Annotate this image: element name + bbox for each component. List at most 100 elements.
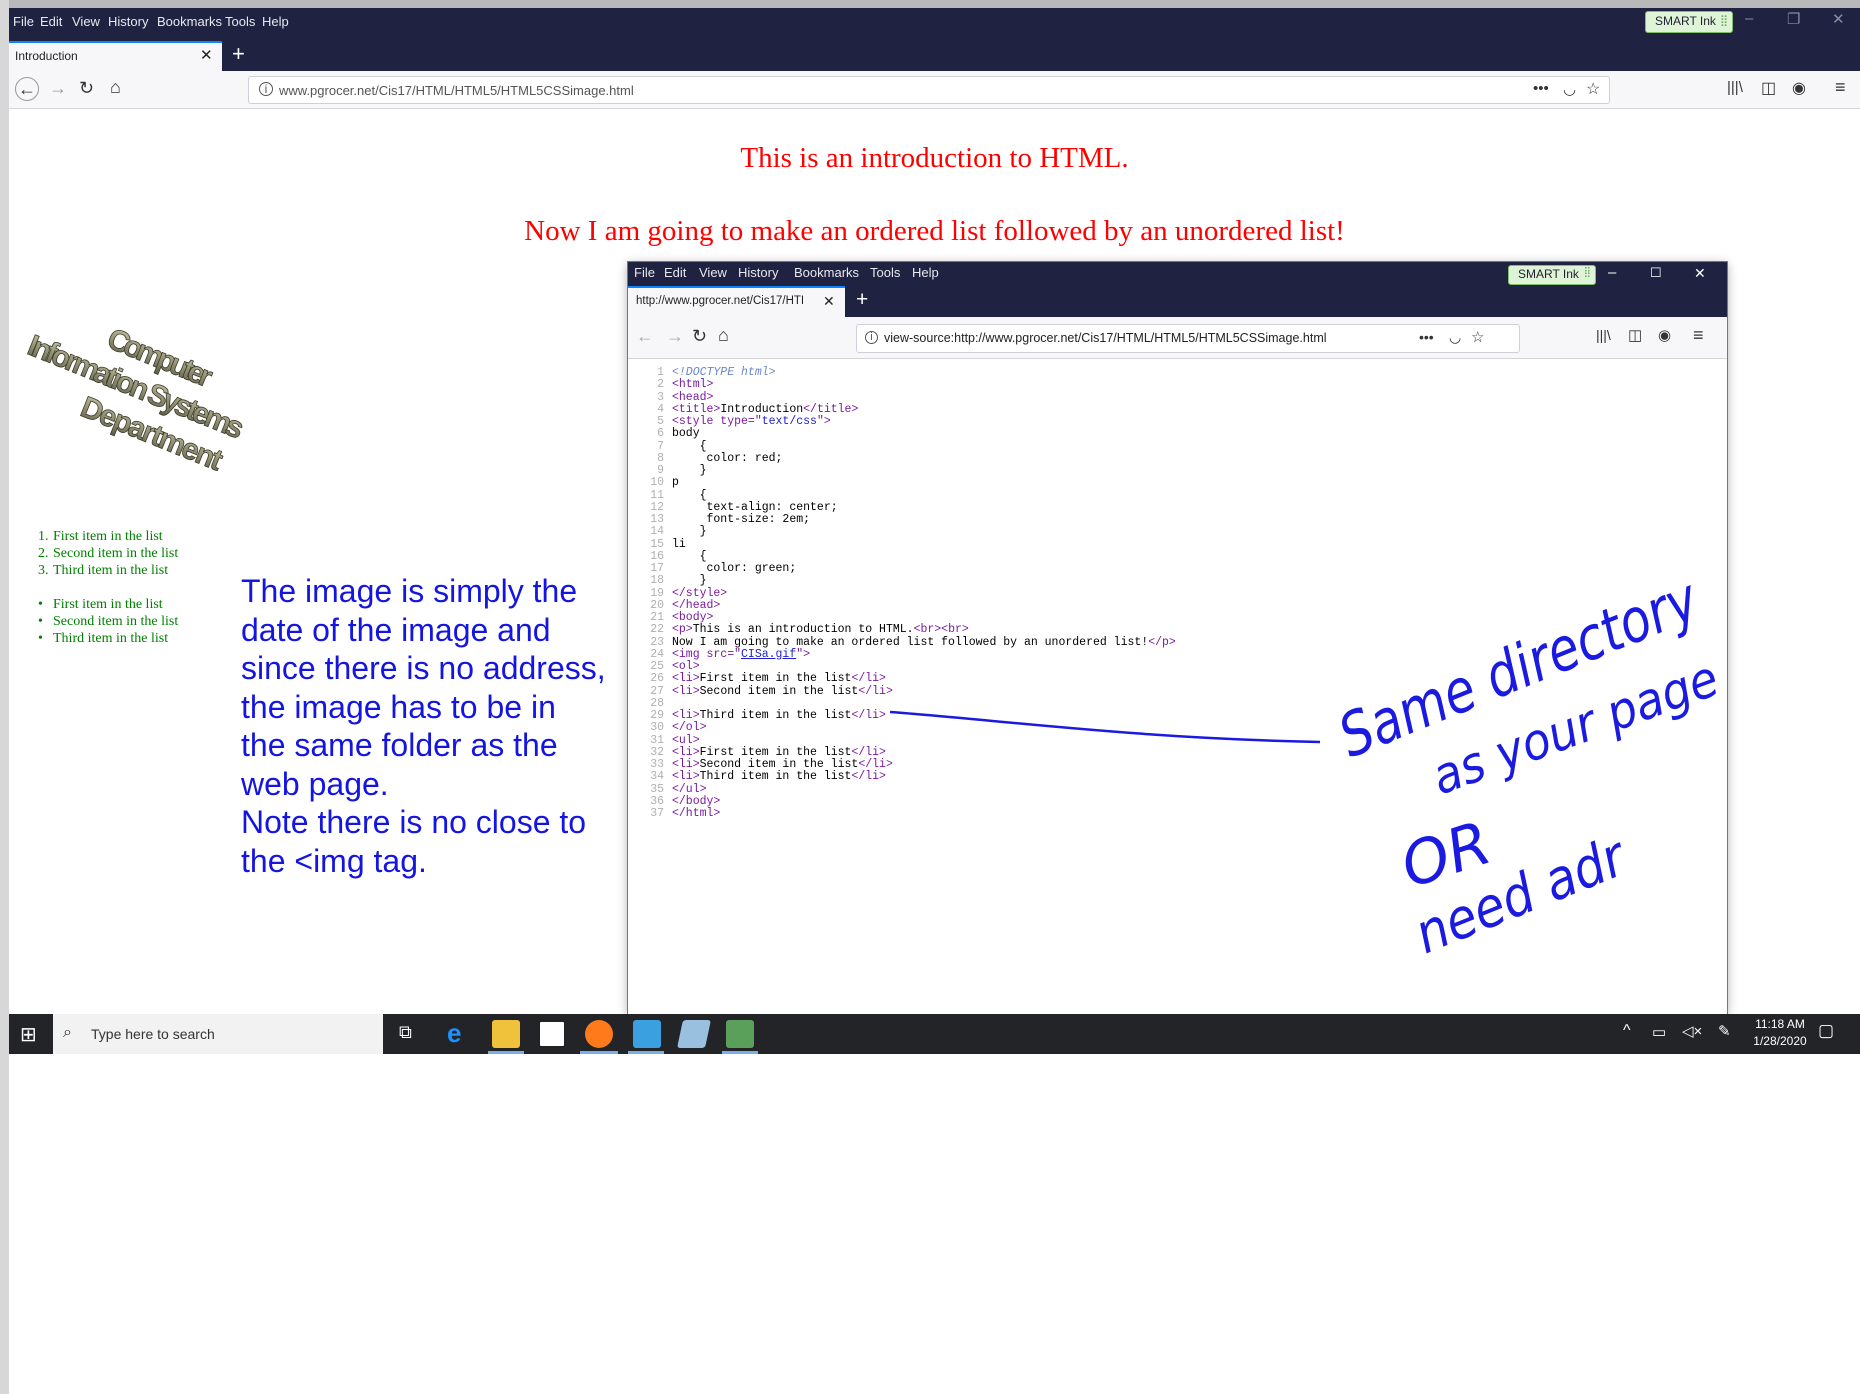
reload-icon[interactable]: ↻ — [79, 78, 94, 99]
grip-icon: ⣿ — [1583, 267, 1591, 278]
clock-time[interactable]: 11:18 AM — [1750, 1017, 1810, 1031]
info-icon[interactable]: i — [865, 331, 878, 344]
code-text: font-size: 2em; — [672, 513, 811, 526]
note-line: Note there is no close to — [241, 804, 587, 840]
tab-introduction[interactable]: Introduction ✕ — [9, 41, 222, 71]
close-window-icon[interactable]: ✕ — [1832, 10, 1845, 28]
sidebar-icon[interactable]: ◫ — [1628, 326, 1642, 344]
code-text: text-align: center; — [672, 500, 838, 514]
more-actions-icon[interactable]: ••• — [1419, 329, 1434, 345]
code-text: </ol> — [672, 721, 707, 735]
smart-app-icon[interactable] — [726, 1020, 754, 1048]
more-actions-icon[interactable]: ••• — [1533, 80, 1549, 97]
menu-tools[interactable]: Tools — [870, 265, 900, 280]
note-line: the image has to be in — [241, 688, 556, 725]
menu-tools[interactable]: Tools — [225, 14, 255, 29]
menu-edit[interactable]: Edit — [40, 14, 62, 29]
pen-icon[interactable]: ✎ — [1718, 1022, 1731, 1040]
store-icon[interactable] — [538, 1020, 566, 1048]
library-icon[interactable]: |||\ — [1596, 327, 1611, 343]
smart-ink-label: SMART Ink — [1655, 14, 1716, 28]
menu-help[interactable]: Help — [262, 14, 289, 29]
list-item: • First item in the list — [38, 596, 178, 613]
code-text: <html> — [672, 378, 714, 392]
menu-file[interactable]: File — [634, 265, 655, 280]
minimize-icon[interactable]: – — [1608, 264, 1616, 281]
menu-bookmarks[interactable]: Bookmarks — [157, 14, 222, 29]
menu-hamburger-icon[interactable]: ≡ — [1693, 325, 1704, 346]
back-icon[interactable]: ← — [15, 77, 39, 101]
menu-view[interactable]: View — [699, 265, 727, 280]
menu-hamburger-icon[interactable]: ≡ — [1835, 77, 1846, 98]
menu-edit[interactable]: Edit — [664, 265, 686, 280]
code-text: } — [672, 464, 707, 477]
code-text: <li>Third item in the list</li> — [672, 709, 886, 722]
code-text: <body> — [672, 611, 714, 624]
window-frame-top — [0, 0, 1860, 8]
new-tab-icon[interactable]: + — [232, 41, 245, 67]
back-icon[interactable]: ← — [636, 326, 654, 347]
reload-icon[interactable]: ↻ — [692, 326, 707, 347]
list-item-text: Second item in the list — [53, 614, 179, 629]
code-text: <title>Introduction</title> — [672, 402, 859, 416]
info-icon[interactable]: i — [259, 82, 273, 96]
url-text[interactable]: www.pgrocer.net/Cis17/HTML/HTML5/HTML5CS… — [279, 83, 634, 98]
restore-icon[interactable]: ❐ — [1787, 10, 1800, 28]
list-item: 1. First item in the list — [38, 528, 178, 545]
bullet-icon: • — [38, 614, 43, 629]
volume-icon[interactable]: ◁× — [1682, 1022, 1702, 1040]
url-bar[interactable]: i www.pgrocer.net/Cis17/HTML/HTML5/HTML5… — [248, 76, 1610, 104]
task-view-icon[interactable]: ⧉ — [399, 1022, 412, 1043]
chevron-up-icon[interactable]: ^ — [1623, 1022, 1631, 1040]
firefox-icon[interactable] — [585, 1020, 613, 1048]
smart-ink-toolbar[interactable]: SMART Ink ⣿ — [1645, 11, 1733, 33]
action-center-icon[interactable]: ▢ — [1818, 1021, 1834, 1041]
bookmark-star-icon[interactable]: ☆ — [1586, 79, 1600, 99]
menu-bookmarks[interactable]: Bookmarks — [794, 265, 859, 280]
inner-url-bar[interactable]: i view-source:http://www.pgrocer.net/Cis… — [856, 324, 1520, 353]
close-window-icon[interactable]: ✕ — [1694, 265, 1706, 282]
taskbar-search-box[interactable]: ⌕ Type here to search — [53, 1014, 383, 1054]
home-icon[interactable]: ⌂ — [718, 325, 729, 346]
file-explorer-icon[interactable] — [492, 1020, 520, 1048]
menu-bar: File Edit View History Bookmarks Tools H… — [9, 8, 1860, 41]
forward-icon[interactable]: → — [49, 78, 67, 99]
bookmark-star-icon[interactable]: ☆ — [1471, 328, 1484, 346]
close-tab-icon[interactable]: ✕ — [823, 293, 835, 310]
list-item: 2. Second item in the list — [38, 545, 178, 562]
maximize-icon[interactable]: ☐ — [1650, 265, 1662, 281]
library-icon[interactable]: |||\ — [1727, 79, 1743, 96]
account-icon[interactable]: ◉ — [1792, 78, 1806, 98]
menu-history[interactable]: History — [108, 14, 148, 29]
edge-icon[interactable]: e — [447, 1018, 461, 1049]
account-icon[interactable]: ◉ — [1658, 326, 1671, 344]
new-tab-icon[interactable]: + — [856, 288, 868, 312]
minimize-icon[interactable]: – — [1745, 10, 1753, 27]
close-tab-icon[interactable]: ✕ — [200, 46, 213, 64]
network-icon[interactable]: ▭ — [1652, 1023, 1666, 1041]
running-indicator — [628, 1051, 664, 1054]
list-marker: 2. — [38, 546, 49, 561]
forward-icon[interactable]: → — [666, 326, 684, 347]
url-text[interactable]: view-source:http://www.pgrocer.net/Cis17… — [884, 331, 1327, 345]
menu-file[interactable]: File — [13, 14, 34, 29]
menu-history[interactable]: History — [738, 265, 778, 280]
code-text: </ul> — [672, 782, 707, 796]
clock-date[interactable]: 1/28/2020 — [1750, 1034, 1810, 1048]
inner-smart-ink-toolbar[interactable]: SMART Ink ⣿ — [1508, 265, 1596, 285]
pocket-icon[interactable]: ◡ — [1563, 80, 1576, 98]
windows-start-icon[interactable]: ⊞ — [20, 1022, 37, 1047]
home-icon[interactable]: ⌂ — [110, 77, 121, 98]
tab-view-source[interactable]: http://www.pgrocer.net/Cis17/HTI ✕ — [628, 286, 845, 317]
unordered-list: • First item in the list • Second item in … — [38, 596, 178, 647]
menu-view[interactable]: View — [72, 14, 100, 29]
snipping-tool-icon[interactable] — [677, 1020, 711, 1048]
menu-help[interactable]: Help — [912, 265, 939, 280]
search-placeholder: Type here to search — [91, 1026, 215, 1042]
bullet-icon: • — [38, 631, 43, 646]
sidebar-icon[interactable]: ◫ — [1761, 78, 1776, 98]
pocket-icon[interactable]: ◡ — [1449, 329, 1461, 346]
notebook-icon[interactable] — [633, 1020, 661, 1048]
code-text: </body> — [672, 794, 721, 808]
ink-arrow-line — [889, 710, 1321, 744]
